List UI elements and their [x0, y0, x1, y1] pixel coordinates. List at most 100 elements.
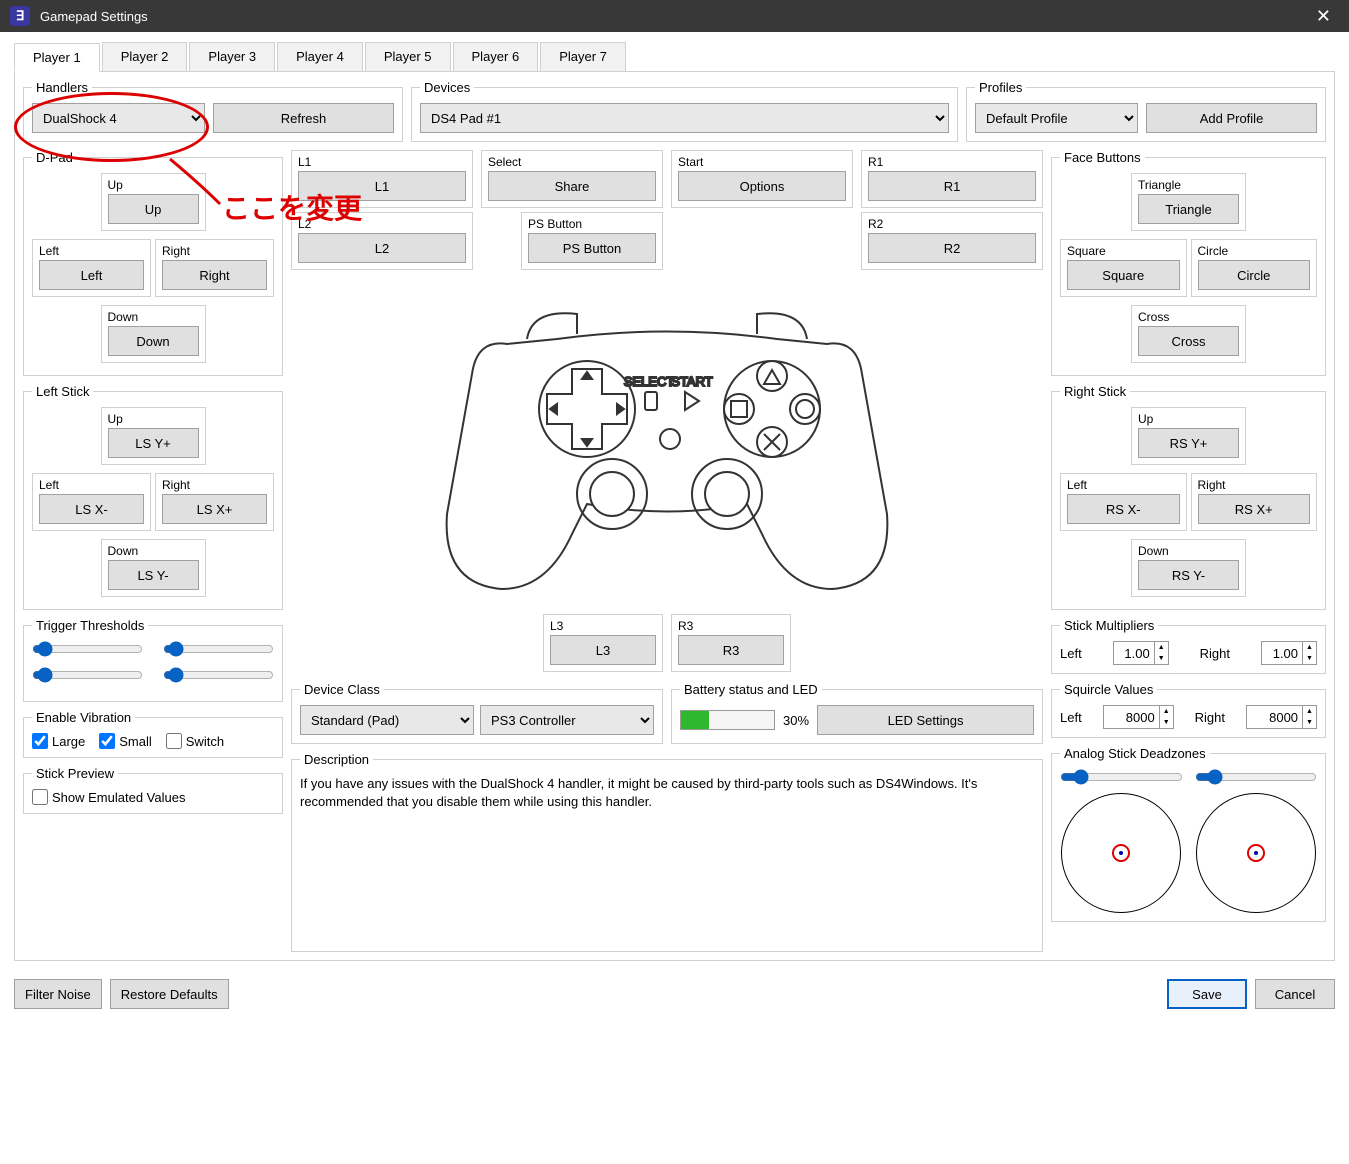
app-logo-icon: ∃ [10, 6, 30, 26]
tab-player-3[interactable]: Player 3 [189, 42, 275, 71]
rs-right-button[interactable]: RS X+ [1198, 494, 1311, 524]
trigger-l-upper-slider[interactable] [32, 641, 143, 657]
handlers-select[interactable]: DualShock 4 [32, 103, 205, 133]
face-buttons-group: Face Buttons Triangle Triangle Square Squa… [1051, 150, 1326, 376]
ls-up-label: Up [108, 412, 199, 426]
select-button[interactable]: Share [488, 171, 656, 201]
triangle-label: Triangle [1138, 178, 1239, 192]
l2-button[interactable]: L2 [298, 233, 466, 263]
r3-button[interactable]: R3 [678, 635, 784, 665]
trigger-l-lower-slider[interactable] [32, 667, 143, 683]
tab-player-1[interactable]: Player 1 [14, 43, 100, 72]
squircle-group: Squircle Values Left ▲▼ Right ▲▼ [1051, 682, 1326, 738]
squircle-right-label: Right [1195, 710, 1225, 725]
dpad-group: D-Pad UpUp LeftLeft RightRight DownDown [23, 150, 283, 376]
leftstick-group: Left Stick UpLS Y+ LeftLS X- RightLS X+ … [23, 384, 283, 610]
trigger-thresholds-group: Trigger Thresholds [23, 618, 283, 702]
vibration-small-check[interactable]: Small [99, 733, 152, 749]
rs-up-label: Up [1138, 412, 1239, 426]
l3-button[interactable]: L3 [550, 635, 656, 665]
profiles-legend: Profiles [975, 80, 1026, 95]
tab-player-6[interactable]: Player 6 [453, 42, 539, 71]
refresh-button[interactable]: Refresh [213, 103, 394, 133]
show-emulated-check[interactable]: Show Emulated Values [32, 789, 274, 805]
close-icon[interactable]: ✕ [1308, 6, 1339, 27]
led-settings-button[interactable]: LED Settings [817, 705, 1034, 735]
vibration-group: Enable Vibration Large Small Switch [23, 710, 283, 758]
face-legend: Face Buttons [1060, 150, 1145, 165]
tab-player-7[interactable]: Player 7 [540, 42, 626, 71]
stickmult-right-spinner[interactable]: ▲▼ [1261, 641, 1317, 665]
select-label: Select [488, 155, 656, 169]
dpad-up-button[interactable]: Up [108, 194, 199, 224]
rs-right-label: Right [1198, 478, 1311, 492]
svg-text:START: START [671, 374, 712, 389]
start-button[interactable]: Options [678, 171, 846, 201]
ls-down-label: Down [108, 544, 199, 558]
devices-select[interactable]: DS4 Pad #1 [420, 103, 949, 133]
rightstick-legend: Right Stick [1060, 384, 1130, 399]
battery-bar [680, 710, 775, 730]
dpad-left-label: Left [39, 244, 144, 258]
rs-up-button[interactable]: RS Y+ [1138, 428, 1239, 458]
filter-noise-button[interactable]: Filter Noise [14, 979, 102, 1009]
square-button[interactable]: Square [1067, 260, 1180, 290]
add-profile-button[interactable]: Add Profile [1146, 103, 1317, 133]
deviceclass-select-2[interactable]: PS3 Controller [480, 705, 654, 735]
battery-legend: Battery status and LED [680, 682, 822, 697]
dpad-legend: D-Pad [32, 150, 77, 165]
rightstick-group: Right Stick UpRS Y+ LeftRS X- RightRS X+… [1051, 384, 1326, 610]
dpad-right-label: Right [162, 244, 267, 258]
l3-label: L3 [550, 619, 656, 633]
save-button[interactable]: Save [1167, 979, 1247, 1009]
trigger-r-lower-slider[interactable] [163, 667, 274, 683]
dpad-up-label: Up [108, 178, 199, 192]
deadzone-left-slider[interactable] [1060, 769, 1183, 785]
description-text: If you have any issues with the DualShoc… [300, 775, 1034, 811]
stickmult-left-spinner[interactable]: ▲▼ [1113, 641, 1169, 665]
squircle-left-spinner[interactable]: ▲▼ [1103, 705, 1174, 729]
triangle-button[interactable]: Triangle [1138, 194, 1239, 224]
ls-left-button[interactable]: LS X- [39, 494, 144, 524]
tab-player-4[interactable]: Player 4 [277, 42, 363, 71]
vibration-large-check[interactable]: Large [32, 733, 85, 749]
tab-player-2[interactable]: Player 2 [102, 42, 188, 71]
deadzone-right-preview [1196, 793, 1316, 913]
rs-left-button[interactable]: RS X- [1067, 494, 1180, 524]
deadzone-right-slider[interactable] [1195, 769, 1318, 785]
tab-player-5[interactable]: Player 5 [365, 42, 451, 71]
psbutton-label: PS Button [528, 217, 656, 231]
circle-button[interactable]: Circle [1198, 260, 1311, 290]
trigger-r-upper-slider[interactable] [163, 641, 274, 657]
rs-down-button[interactable]: RS Y- [1138, 560, 1239, 590]
r2-button[interactable]: R2 [868, 233, 1036, 263]
vibration-switch-check[interactable]: Switch [166, 733, 224, 749]
restore-defaults-button[interactable]: Restore Defaults [110, 979, 229, 1009]
svg-text:SELECT: SELECT [624, 374, 675, 389]
r1-button[interactable]: R1 [868, 171, 1036, 201]
deviceclass-select-1[interactable]: Standard (Pad) [300, 705, 474, 735]
dpad-down-button[interactable]: Down [108, 326, 199, 356]
deadzones-legend: Analog Stick Deadzones [1060, 746, 1210, 761]
profiles-select[interactable]: Default Profile [975, 103, 1138, 133]
squircle-right-spinner[interactable]: ▲▼ [1246, 705, 1317, 729]
cancel-button[interactable]: Cancel [1255, 979, 1335, 1009]
stickmult-right-label: Right [1200, 646, 1230, 661]
psbutton-button[interactable]: PS Button [528, 233, 656, 263]
l2-label: L2 [298, 217, 466, 231]
square-label: Square [1067, 244, 1180, 258]
ls-right-button[interactable]: LS X+ [162, 494, 267, 524]
deviceclass-legend: Device Class [300, 682, 384, 697]
ls-right-label: Right [162, 478, 267, 492]
cross-button[interactable]: Cross [1138, 326, 1239, 356]
window-title: Gamepad Settings [40, 9, 1308, 24]
triggers-legend: Trigger Thresholds [32, 618, 148, 633]
dpad-right-button[interactable]: Right [162, 260, 267, 290]
l1-button[interactable]: L1 [298, 171, 466, 201]
devices-legend: Devices [420, 80, 474, 95]
ls-down-button[interactable]: LS Y- [108, 560, 199, 590]
r3-label: R3 [678, 619, 784, 633]
dpad-left-button[interactable]: Left [39, 260, 144, 290]
ls-up-button[interactable]: LS Y+ [108, 428, 199, 458]
rs-down-label: Down [1138, 544, 1239, 558]
